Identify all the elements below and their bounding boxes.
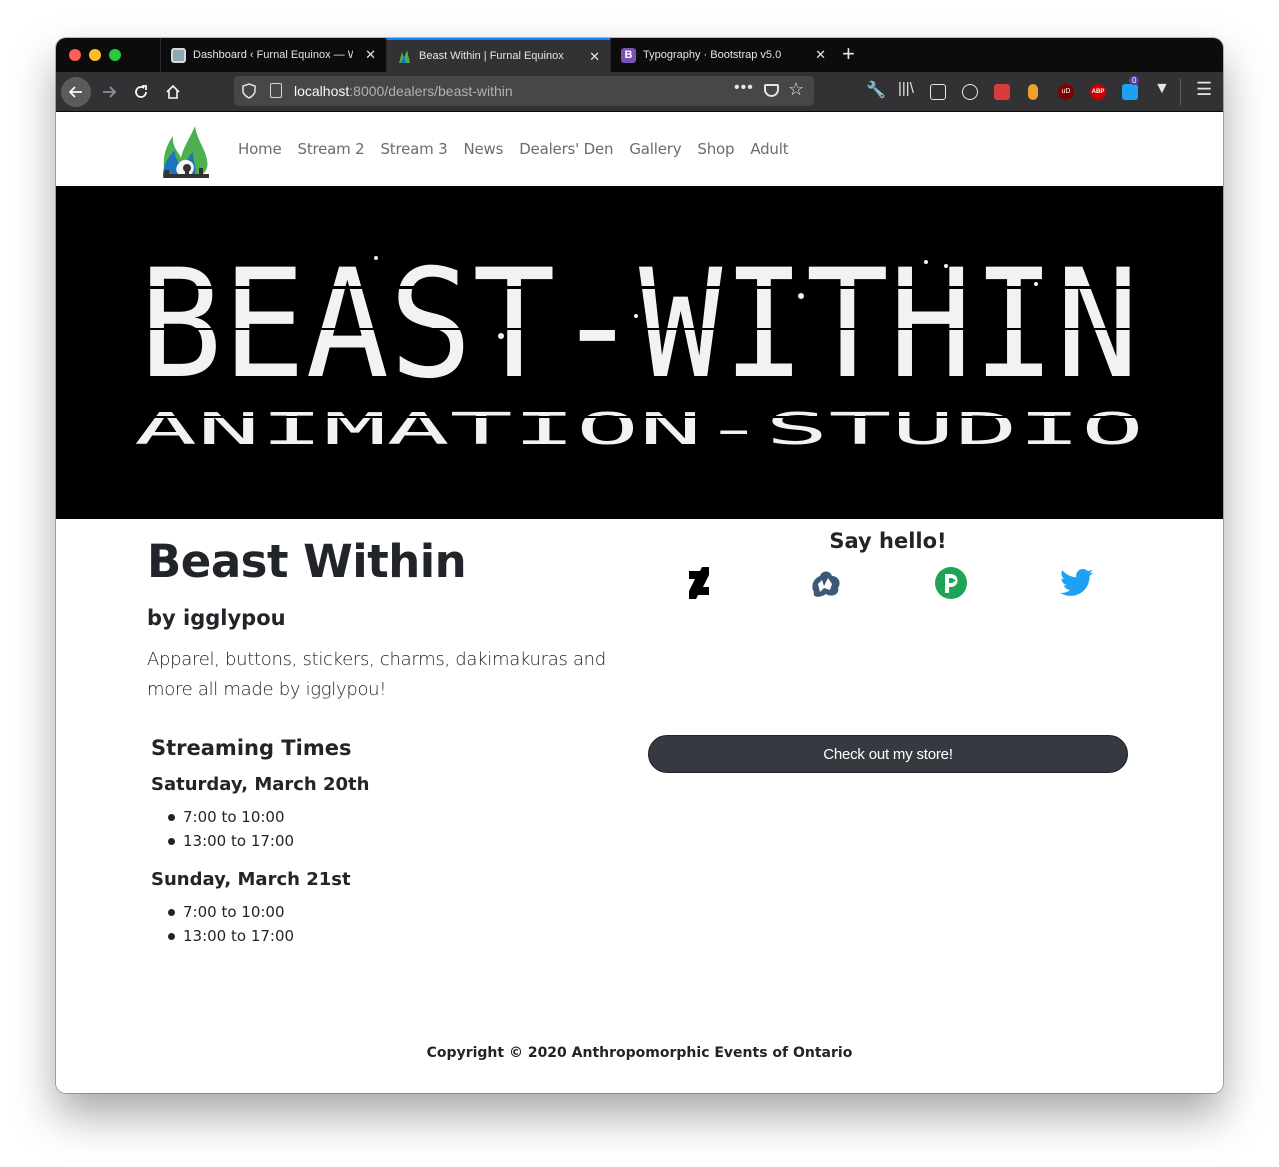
nav-link-stream-2[interactable]: Stream 2 (298, 140, 365, 158)
page-actions-menu-icon[interactable]: ••• (734, 79, 754, 97)
furnal-equinox-logo[interactable] (159, 118, 213, 180)
reload-button[interactable] (126, 77, 156, 107)
pocket-icon[interactable] (764, 84, 779, 97)
stream-day-heading: Saturday, March 20th (151, 774, 370, 795)
say-hello-heading: Say hello! (829, 529, 947, 553)
nav-link-shop[interactable]: Shop (697, 140, 734, 158)
nav-link-adult[interactable]: Adult (750, 140, 788, 158)
streaming-times-section: Streaming Times Saturday, March 20th 7:0… (151, 736, 591, 964)
vivaldi-icon[interactable]: ▼ (1154, 80, 1170, 98)
stream-slot-list: 7:00 to 10:00 13:00 to 17:00 (151, 900, 591, 948)
extension-capsule-icon[interactable] (1028, 84, 1038, 100)
deviantart-link[interactable] (681, 565, 717, 601)
home-icon (166, 84, 180, 99)
extension-blue-icon[interactable] (1122, 84, 1138, 100)
address-bar[interactable]: localhost:8000/dealers/beast-within ••• … (234, 76, 814, 106)
stream-slot: 7:00 to 10:00 (151, 805, 591, 829)
toolbar-divider (1180, 78, 1181, 106)
wordpress-favicon-icon (171, 47, 186, 63)
stream-day-heading: Sunday, March 21st (151, 869, 351, 890)
ublock-origin-icon[interactable]: uD (1058, 84, 1074, 100)
furnal-equinox-favicon-icon (397, 49, 412, 64)
furaffinity-link[interactable] (807, 565, 843, 601)
sidebar-icon[interactable] (930, 84, 946, 100)
check-out-store-button[interactable]: Check out my store! (648, 735, 1128, 773)
nav-link-gallery[interactable]: Gallery (629, 140, 681, 158)
adblock-plus-icon[interactable]: ABP (1090, 84, 1106, 100)
minimize-window-button[interactable] (89, 49, 101, 61)
site-footer-copyright: Copyright © 2020 Anthropomorphic Events … (426, 1045, 853, 1061)
forward-button[interactable] (94, 77, 124, 107)
nav-link-dealers-den[interactable]: Dealers' Den (519, 140, 613, 158)
arrow-left-icon (68, 86, 82, 98)
streaming-times-heading: Streaming Times (151, 736, 352, 760)
dealer-byline: by igglypou (147, 606, 286, 630)
stream-slot: 13:00 to 17:00 (151, 924, 591, 948)
deviantart-icon (689, 567, 709, 599)
library-icon[interactable]: |||\ (898, 80, 914, 97)
reload-icon (135, 85, 147, 98)
stream-slot: 13:00 to 17:00 (151, 829, 591, 853)
dealer-name-heading: Beast Within (147, 535, 467, 588)
account-icon[interactable] (962, 84, 978, 100)
furaffinity-icon (812, 571, 840, 597)
browser-toolbar: localhost:8000/dealers/beast-within ••• … (56, 72, 1223, 112)
page-info-icon[interactable] (270, 83, 282, 98)
tab-dashboard[interactable]: Dashboard ‹ Furnal Equinox — WordPress ✕ (160, 38, 386, 72)
stream-slot: 7:00 to 10:00 (151, 900, 591, 924)
close-tab-icon[interactable]: ✕ (589, 49, 600, 65)
home-button[interactable] (158, 77, 188, 107)
nav-link-home[interactable]: Home (238, 140, 282, 158)
extension-badge: 0 (1129, 76, 1140, 85)
bootstrap-favicon-icon: B (621, 47, 636, 63)
nav-link-stream-3[interactable]: Stream 3 (380, 140, 447, 158)
bookmark-star-icon[interactable]: ☆ (788, 79, 804, 100)
close-tab-icon[interactable]: ✕ (365, 47, 376, 63)
tab-title: Dashboard ‹ Furnal Equinox — WordPress (193, 49, 353, 61)
nav-link-news[interactable]: News (463, 140, 503, 158)
tab-title: Typography · Bootstrap v5.0 (643, 49, 782, 61)
arrow-right-icon (103, 86, 117, 98)
picarto-icon (935, 567, 967, 599)
tab-beast-within[interactable]: Beast Within | Furnal Equinox ✕ (386, 38, 610, 72)
desktop: Dashboard ‹ Furnal Equinox — WordPress ✕… (0, 0, 1279, 1167)
site-navbar: Home Stream 2 Stream 3 News Dealers' Den… (56, 112, 1223, 186)
new-tab-button[interactable]: + (842, 42, 855, 66)
dealer-banner-image: BEAST-WITHIN ANIMATION-STUDIO (56, 186, 1223, 519)
browser-window: Dashboard ‹ Furnal Equinox — WordPress ✕… (56, 38, 1223, 1093)
twitter-link[interactable] (1059, 565, 1095, 601)
maximize-window-button[interactable] (109, 49, 121, 61)
picarto-link[interactable] (933, 565, 969, 601)
close-window-button[interactable] (69, 49, 81, 61)
tracking-protection-shield-icon[interactable] (242, 83, 256, 99)
banner-subtitle-text: ANIMATION-STUDIO (134, 404, 1144, 455)
twitter-icon (1060, 569, 1094, 596)
tab-typography[interactable]: B Typography · Bootstrap v5.0 ✕ (610, 38, 836, 72)
stream-slot-list: 7:00 to 10:00 13:00 to 17:00 (151, 805, 591, 853)
hamburger-menu-icon[interactable]: ☰ (1196, 79, 1212, 100)
banner-title-text: BEAST-WITHIN (139, 238, 1139, 412)
close-tab-icon[interactable]: ✕ (815, 47, 826, 63)
back-button[interactable] (61, 77, 91, 107)
page-content: Home Stream 2 Stream 3 News Dealers' Den… (56, 112, 1223, 1093)
url-text[interactable]: localhost:8000/dealers/beast-within (294, 83, 513, 99)
extension-red-icon[interactable] (994, 84, 1010, 100)
wrench-icon[interactable]: 🔧 (866, 80, 886, 100)
tab-bar: Dashboard ‹ Furnal Equinox — WordPress ✕… (56, 38, 1223, 72)
tab-title: Beast Within | Furnal Equinox (419, 50, 564, 62)
site-nav-links: Home Stream 2 Stream 3 News Dealers' Den… (238, 140, 789, 158)
dealer-description: Apparel, buttons, stickers, charms, daki… (147, 649, 606, 700)
